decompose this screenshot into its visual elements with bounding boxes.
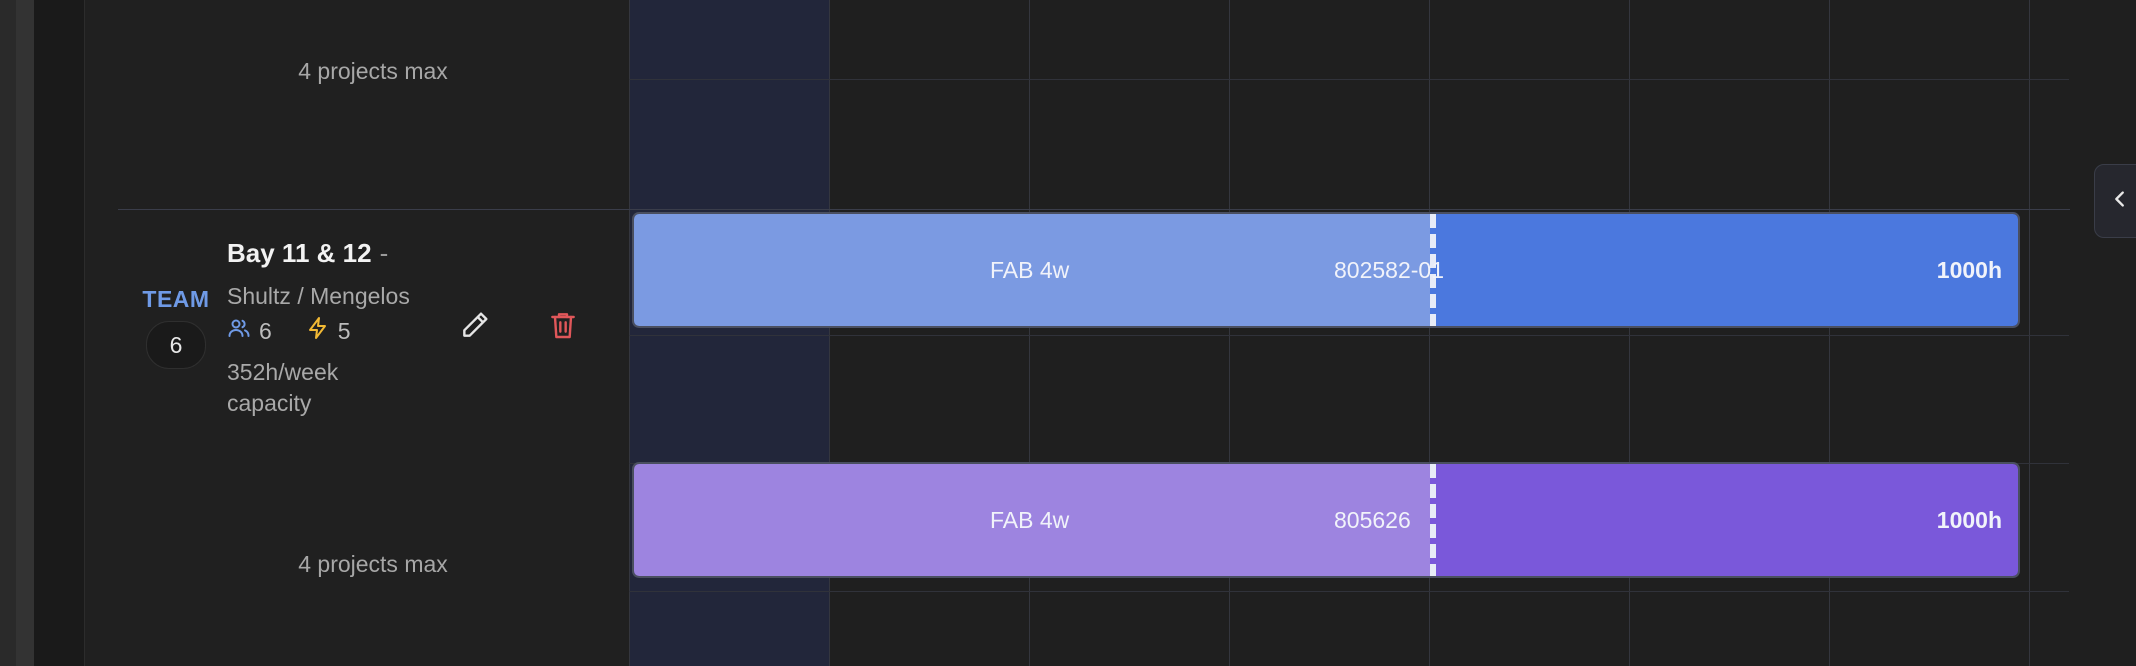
bar-hours-label: 1000h — [1936, 506, 2002, 533]
today-marker — [1430, 464, 1436, 576]
edit-team-button[interactable] — [453, 305, 497, 349]
team-separator — [118, 209, 2070, 210]
delete-team-button[interactable] — [541, 305, 585, 349]
left-scrollbar[interactable] — [16, 0, 34, 666]
pencil-icon — [459, 309, 491, 346]
grid-row-line — [629, 79, 2069, 80]
grid-line — [2029, 0, 2030, 666]
bar-remaining-segment — [1430, 464, 2018, 576]
users-icon — [227, 316, 251, 346]
members-count: 6 — [259, 317, 272, 344]
team-name: Bay 11 & 12- — [227, 238, 388, 269]
project-bar[interactable]: FAB 4w 805626 1000h — [632, 462, 2020, 578]
team-stats: 6 5 — [227, 316, 351, 346]
team-name-suffix: - — [379, 238, 389, 268]
team-name-text: Bay 11 & 12 — [227, 238, 372, 268]
projects-max-label: 4 projects max — [298, 58, 448, 84]
electrical-count: 5 — [337, 317, 351, 344]
bar-remaining-segment — [1430, 214, 2018, 326]
bar-phase-label: FAB 4w — [990, 506, 1070, 533]
bar-project-label: 802582-01 — [1334, 256, 1444, 283]
grid-row-line — [629, 591, 2069, 592]
trash-icon — [547, 309, 579, 346]
team-tag: TEAM — [142, 286, 210, 312]
left-gutter — [34, 0, 84, 666]
team-number-badge: 6 — [146, 321, 206, 369]
bar-hours-label: 1000h — [1936, 256, 2002, 283]
bar-phase-label: FAB 4w — [990, 256, 1070, 283]
chevron-left-icon — [2109, 188, 2131, 215]
bar-project-label: 805626 — [1334, 506, 1411, 533]
project-bar[interactable]: FAB 4w 802582-01 1000h — [632, 212, 2020, 328]
weekly-capacity: 352h/week capacity — [227, 359, 339, 416]
collapse-panel-button[interactable] — [2094, 164, 2136, 238]
grid-row-line — [629, 335, 2069, 336]
projects-max-label: 4 projects max — [298, 551, 448, 577]
lightning-icon — [306, 316, 330, 346]
grid-line — [629, 0, 630, 666]
team-leads: Shultz / Mengelos — [227, 283, 410, 309]
